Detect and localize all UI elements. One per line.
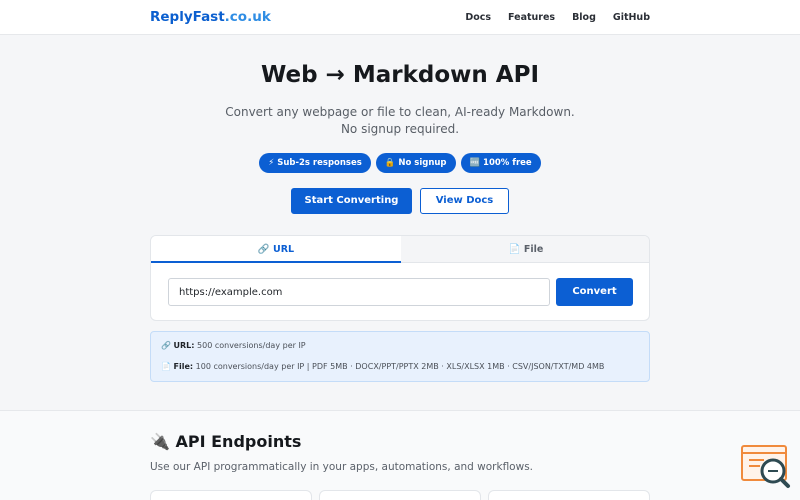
converter-card: 🔗 URL 📄 File Convert [150, 235, 650, 321]
main-nav: Docs Features Blog GitHub [465, 12, 650, 23]
url-limit-row: 🔗 URL: 500 conversions/day per IP [161, 341, 306, 350]
file-limit-text: 100 conversions/day per IP | PDF 5MB · D… [195, 362, 605, 371]
chat-search-icon[interactable] [740, 444, 792, 492]
brand-logo[interactable]: ReplyFast.co.uk [150, 9, 271, 25]
file-limit-row: 📄 File: 100 conversions/day per IP | PDF… [161, 362, 604, 371]
endpoint-card[interactable] [488, 490, 650, 500]
badge-speed: ⚡ Sub-2s responses [259, 153, 371, 173]
feature-badges: ⚡ Sub-2s responses 🔒 No signup 🆓 100% fr… [0, 153, 800, 173]
link-icon: 🔗 [161, 341, 171, 350]
endpoint-card[interactable] [150, 490, 312, 500]
nav-link-docs[interactable]: Docs [465, 12, 491, 23]
api-section-subtitle: Use our API programmatically in your app… [150, 461, 533, 473]
badge-no-signup: 🔒 No signup [375, 153, 456, 173]
top-navbar: ReplyFast.co.uk Docs Features Blog GitHu… [0, 0, 800, 35]
url-input[interactable] [168, 278, 550, 306]
api-section [0, 411, 800, 500]
view-docs-button[interactable]: View Docs [420, 188, 509, 214]
convert-button[interactable]: Convert [556, 278, 633, 306]
nav-link-features[interactable]: Features [508, 12, 555, 23]
badge-free: 🆓 100% free [460, 153, 541, 173]
brand-tld: .co.uk [224, 9, 271, 25]
start-converting-button[interactable]: Start Converting [291, 188, 412, 214]
api-section-title: 🔌 API Endpoints [150, 432, 302, 451]
hero-title: Web → Markdown API [260, 62, 540, 88]
rate-limits-info [150, 331, 650, 382]
endpoint-card[interactable] [319, 490, 481, 500]
url-limit-label: URL: [173, 341, 195, 350]
file-limit-label: File: [173, 362, 194, 371]
file-icon: 📄 [161, 362, 171, 371]
nav-link-github[interactable]: GitHub [613, 12, 650, 23]
nav-link-blog[interactable]: Blog [572, 12, 596, 23]
tab-url[interactable]: 🔗 URL [151, 236, 401, 263]
brand-name: ReplyFast [150, 9, 225, 25]
url-limit-text: 500 conversions/day per IP [197, 341, 306, 350]
hero-subtitle: Convert any webpage or file to clean, AI… [225, 105, 575, 136]
tab-file[interactable]: 📄 File [401, 236, 649, 263]
